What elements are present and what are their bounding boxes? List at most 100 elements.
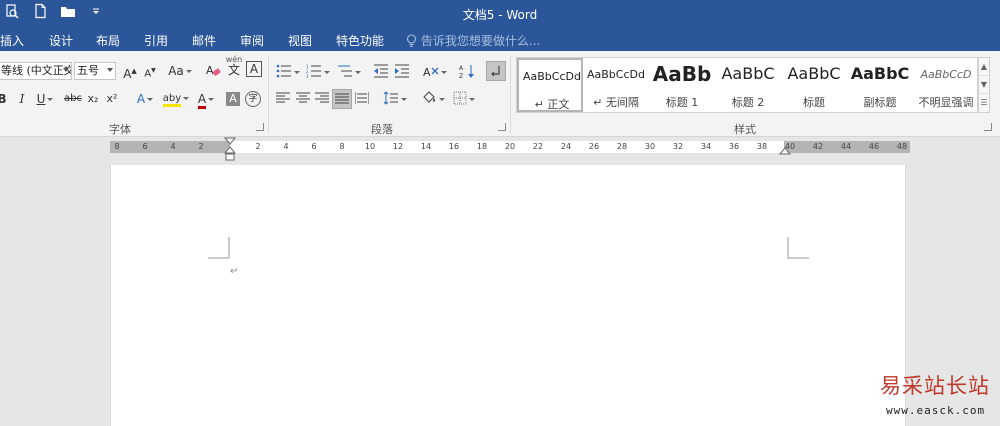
tell-me-search[interactable]: 告诉我您想要做什么... bbox=[406, 32, 540, 49]
grow-font-button[interactable]: A▲ bbox=[120, 61, 140, 81]
style-subtitle[interactable]: AaBbC 副标题 bbox=[847, 58, 913, 112]
font-name-value: 等线 (中文正文 bbox=[1, 64, 72, 77]
increase-indent-button[interactable] bbox=[393, 62, 411, 82]
asian-layout-icon: A bbox=[423, 66, 439, 79]
svg-text:A: A bbox=[423, 66, 431, 78]
ruler-number: 22 bbox=[532, 142, 544, 151]
ruler-number: 4 bbox=[283, 142, 289, 151]
justify-button[interactable] bbox=[332, 89, 352, 109]
tab-layout[interactable]: 布局 bbox=[96, 32, 120, 49]
ruler-number: 6 bbox=[142, 142, 148, 151]
bullets-button[interactable] bbox=[274, 62, 302, 82]
enclose-characters-button[interactable]: 字 bbox=[245, 91, 261, 107]
paragraph-dialog-launcher[interactable] bbox=[498, 123, 506, 131]
right-indent-marker[interactable] bbox=[778, 146, 792, 156]
svg-text:A: A bbox=[206, 64, 214, 77]
chevron-down-icon[interactable]: ▼ bbox=[979, 76, 989, 94]
character-shading-label: A bbox=[229, 92, 237, 105]
svg-text:3: 3 bbox=[306, 74, 309, 78]
ruler-number: 8 bbox=[339, 142, 345, 151]
superscript-button[interactable]: x² bbox=[104, 89, 120, 109]
chevron-down-icon bbox=[147, 98, 154, 101]
paragraph-shading-button[interactable] bbox=[420, 89, 446, 109]
tab-review[interactable]: 审阅 bbox=[240, 32, 264, 49]
style-no-spacing[interactable]: AaBbCcDd ↵ 无间隔 bbox=[583, 58, 649, 112]
underline-button[interactable]: U bbox=[34, 89, 56, 109]
chevron-down-icon bbox=[324, 71, 330, 74]
ruler-number: 42 bbox=[812, 142, 824, 151]
style-name: 标题 1 bbox=[665, 96, 699, 109]
font-name-combo[interactable]: 等线 (中文正文 bbox=[0, 62, 72, 80]
sort-button[interactable]: AZ bbox=[458, 62, 476, 82]
borders-icon bbox=[453, 91, 467, 105]
clear-formatting-button[interactable]: A bbox=[203, 61, 223, 81]
styles-dialog-launcher[interactable] bbox=[984, 123, 992, 131]
crop-mark-right bbox=[787, 237, 809, 259]
font-color-button[interactable]: A bbox=[195, 89, 217, 109]
style-subtle-emphasis[interactable]: AaBbCcD 不明显强调 bbox=[913, 58, 979, 112]
font-color-label: A bbox=[197, 92, 207, 109]
tab-view[interactable]: 视图 bbox=[288, 32, 312, 49]
chevron-up-icon[interactable]: ▲ bbox=[979, 58, 989, 76]
italic-button[interactable]: I bbox=[17, 89, 27, 109]
align-center-button[interactable] bbox=[294, 89, 312, 109]
ruler-number: 28 bbox=[616, 142, 628, 151]
svg-text:Z: Z bbox=[459, 73, 463, 79]
style-name: 标题 2 bbox=[731, 96, 765, 109]
style-heading-2[interactable]: AaBbC 标题 2 bbox=[715, 58, 781, 112]
decrease-indent-icon bbox=[374, 64, 388, 78]
highlight-button[interactable]: aby bbox=[161, 89, 191, 109]
style-title[interactable]: AaBbC 标题 bbox=[781, 58, 847, 112]
style-preview: AaBbCcD bbox=[920, 68, 972, 81]
italic-label: I bbox=[19, 92, 25, 106]
strikethrough-button[interactable]: abc bbox=[62, 89, 84, 109]
ruler-number: 34 bbox=[700, 142, 712, 151]
tab-design[interactable]: 设计 bbox=[49, 32, 73, 49]
font-group-label: 字体 bbox=[109, 123, 131, 136]
font-size-value: 五号 bbox=[77, 64, 99, 77]
more-icon[interactable]: ☰ bbox=[979, 94, 989, 112]
borders-button[interactable] bbox=[450, 89, 478, 109]
svg-text:A: A bbox=[459, 65, 464, 72]
align-left-button[interactable] bbox=[274, 89, 292, 109]
chevron-down-icon bbox=[208, 98, 215, 101]
align-right-button[interactable] bbox=[313, 89, 331, 109]
decrease-indent-button[interactable] bbox=[372, 62, 390, 82]
line-spacing-button[interactable] bbox=[382, 89, 408, 109]
character-shading-button[interactable]: A bbox=[226, 92, 240, 106]
shrink-font-button[interactable]: A▼ bbox=[141, 61, 159, 81]
bold-button[interactable]: B bbox=[0, 89, 7, 109]
ruler-number: 32 bbox=[672, 142, 684, 151]
multilevel-list-button[interactable] bbox=[336, 62, 362, 82]
phonetic-guide-button[interactable]: wén 文 bbox=[224, 55, 244, 83]
subscript-button[interactable]: x₂ bbox=[86, 89, 100, 109]
styles-gallery: AaBbCcDd ↵ 正文 AaBbCcDd ↵ 无间隔 AaBb 标题 1 A… bbox=[516, 57, 978, 113]
tab-mailings[interactable]: 邮件 bbox=[192, 32, 216, 49]
bold-label: B bbox=[0, 92, 7, 106]
style-normal[interactable]: AaBbCcDd ↵ 正文 bbox=[517, 58, 583, 112]
multilevel-list-icon bbox=[338, 65, 352, 77]
change-case-button[interactable]: Aa bbox=[166, 61, 194, 81]
text-effects-button[interactable]: A bbox=[131, 89, 159, 109]
style-heading-1[interactable]: AaBb 标题 1 bbox=[649, 58, 715, 112]
tab-references[interactable]: 引用 bbox=[144, 32, 168, 49]
style-preview: AaBb bbox=[652, 62, 712, 86]
distributed-button[interactable] bbox=[353, 89, 371, 109]
justify-icon bbox=[335, 93, 349, 104]
chevron-down-icon bbox=[63, 68, 69, 72]
lightbulb-icon bbox=[406, 34, 421, 48]
character-border-button[interactable]: A bbox=[246, 61, 262, 77]
style-preview: AaBbCcDd bbox=[587, 68, 645, 81]
show-paragraph-marks-button[interactable] bbox=[486, 61, 506, 81]
first-line-indent-marker[interactable] bbox=[223, 137, 237, 163]
styles-gallery-scroll[interactable]: ▲ ▼ ☰ bbox=[978, 57, 990, 113]
document-page[interactable] bbox=[110, 165, 906, 426]
font-dialog-launcher[interactable] bbox=[256, 123, 264, 131]
font-size-combo[interactable]: 五号 bbox=[74, 62, 116, 80]
asian-layout-button[interactable]: A bbox=[422, 62, 448, 82]
text-effects-label: A bbox=[136, 92, 146, 106]
ruler-number: 20 bbox=[504, 142, 516, 151]
tab-special-features[interactable]: 特色功能 bbox=[336, 32, 384, 49]
tab-insert[interactable]: 插入 bbox=[0, 32, 24, 49]
numbering-button[interactable]: 123 bbox=[304, 62, 332, 82]
